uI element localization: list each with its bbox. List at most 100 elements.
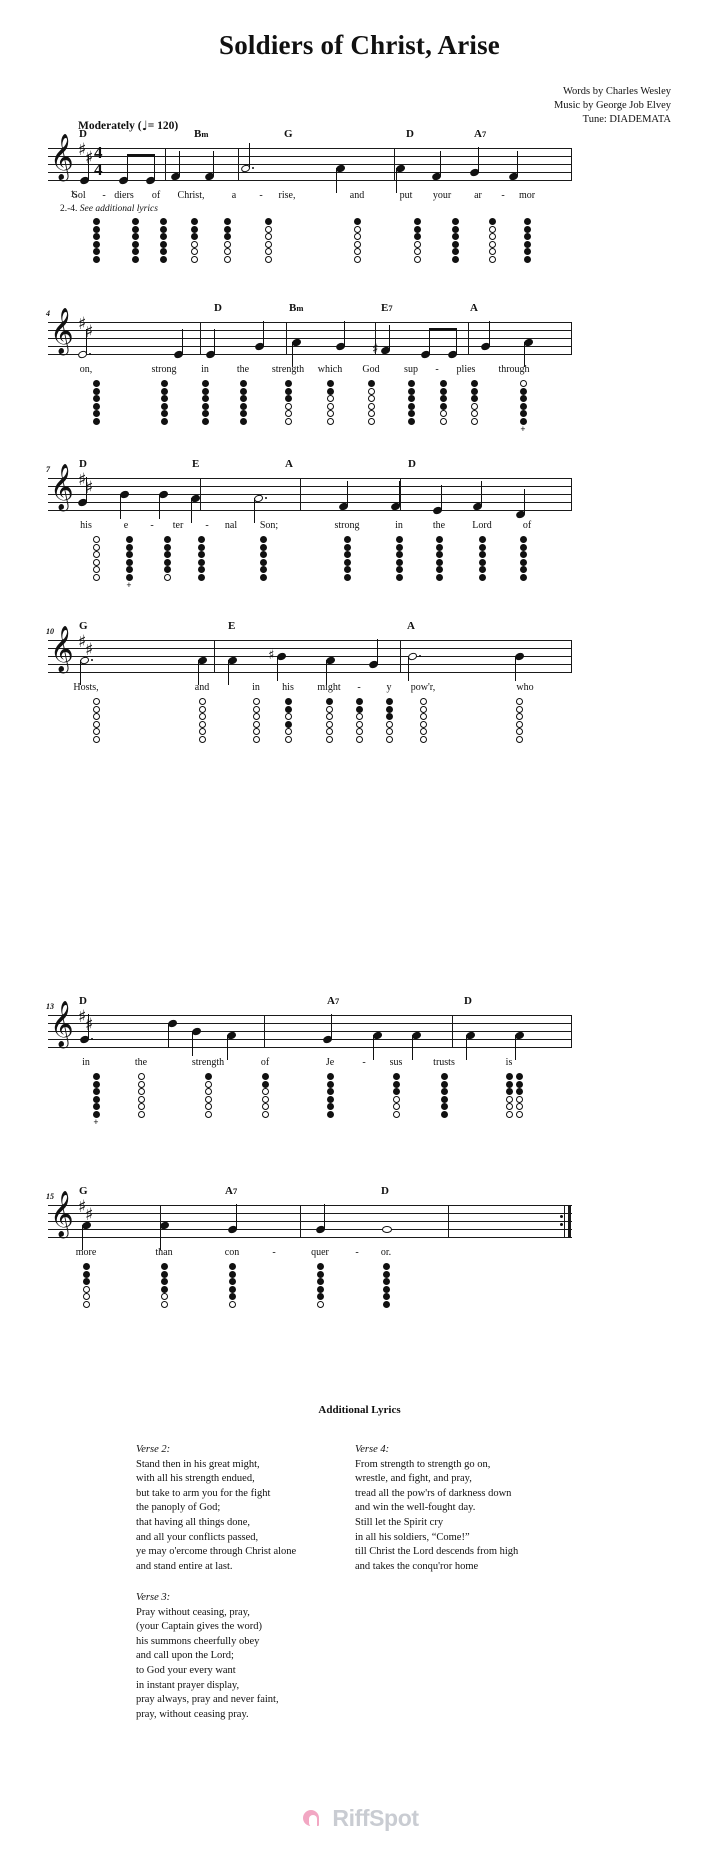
barline: [571, 1015, 573, 1048]
lyric-syllable: the: [432, 520, 446, 531]
fingering-hole-closed: [326, 1073, 334, 1080]
staff-line: [48, 1039, 572, 1040]
chord-symbol: A: [285, 458, 293, 470]
lyric-syllable: God: [362, 364, 380, 375]
fingering-hole-open: [284, 735, 292, 743]
riffspot-logo[interactable]: RiffSpot: [0, 1805, 719, 1832]
fingering-hole-open: [515, 1103, 523, 1111]
fingering-hole-closed: [163, 551, 171, 559]
verse-line: and all your conflicts passed,: [136, 1531, 259, 1543]
chord-symbol: D: [79, 458, 87, 470]
fingering-hole-closed: [395, 566, 403, 574]
fingering-hole-closed: [413, 233, 421, 241]
time-signature: 44: [94, 144, 103, 178]
whistle-fingering-diagram: [405, 380, 417, 426]
key-signature-sharp-2: ♯: [85, 1015, 94, 1035]
staff: 𝄞 ♯ ♯ 4 4: [48, 137, 573, 193]
chord-symbol: Bm: [289, 302, 304, 314]
fingering-hole-open: [355, 720, 363, 728]
lyric-syllable: strong: [334, 520, 360, 531]
fingering-hole-open: [264, 233, 272, 241]
whistle-fingering-diagram: [226, 1263, 238, 1309]
verse-line: Pray without ceasing, pray,: [136, 1606, 250, 1618]
fingering-hole-closed: [131, 255, 139, 263]
verse-block-4: Verse 4: From strength to strength go on…: [355, 1443, 518, 1574]
lyric-syllable: which: [317, 364, 343, 375]
fingering-hole-closed: [519, 551, 527, 559]
lyric-syllable: in: [201, 364, 209, 375]
fingering-hole-open: [488, 240, 496, 248]
fingering-hole-open: [160, 1300, 168, 1308]
whistle-fingering-diagram: [521, 218, 533, 264]
fingering-hole-open: [367, 402, 375, 410]
fingering-hole-closed: [382, 1285, 390, 1293]
fingering-hole-open: [198, 698, 206, 705]
lyric-syllable: or.: [380, 1247, 392, 1258]
staff-line: [48, 672, 572, 673]
fingering-hole-open: [470, 417, 478, 425]
verse-line: with all his strength endued,: [136, 1473, 255, 1485]
fingering-hole-closed: [92, 255, 100, 263]
fingering-hole-closed: [197, 551, 205, 559]
chord-symbol: D: [406, 128, 414, 140]
whistle-fingering-diagram: [257, 536, 269, 582]
lyric-syllable: Hosts,: [73, 682, 99, 693]
chord-symbol: D: [408, 458, 416, 470]
verse-number-range: 2.-4.: [60, 204, 80, 214]
whistle-fingering-diagram: [195, 536, 207, 582]
fingering-hole-open: [204, 1095, 212, 1103]
lyric-syllable: the: [236, 364, 250, 375]
lyric-syllable: the: [134, 1057, 148, 1068]
staff: 𝄞 ♯ ♯: [48, 1194, 572, 1250]
fingering-hole-closed: [395, 558, 403, 566]
fingering-hole-open: [367, 410, 375, 418]
fingering-hole-closed: [343, 573, 351, 581]
staff-line: [48, 1205, 572, 1206]
fingering-hole-closed: [204, 1073, 212, 1080]
chord-symbol: D: [79, 995, 87, 1007]
fingering-hole-open: [515, 728, 523, 736]
fingering-hole-open: [326, 410, 334, 418]
fingering-hole-closed: [519, 395, 527, 403]
note-stem: [428, 329, 430, 354]
sharp-accidental-icon: ♯: [268, 648, 275, 663]
fingering-hole-closed: [395, 551, 403, 559]
lyric-syllable: more: [75, 1247, 97, 1258]
sharp-accidental-icon: ♯: [372, 342, 379, 357]
fingering-hole-open: [355, 728, 363, 736]
fingering-hole-open: [419, 698, 427, 705]
note-stem: [85, 477, 87, 502]
whistle-fingering-diagram: [517, 536, 529, 582]
fingering-hole-closed: [82, 1278, 90, 1286]
whistle-fingering-diagram: +: [517, 380, 529, 433]
chord-symbol: A: [470, 302, 478, 314]
fingering-hole-closed: [523, 233, 531, 241]
fingering-hole-open: [367, 417, 375, 425]
fingering-hole-closed: [515, 1073, 523, 1080]
whistle-fingering-diagram: [129, 218, 141, 264]
fingering-hole-closed: [197, 536, 205, 543]
fingering-hole-closed: [451, 233, 459, 241]
fingering-hole-closed: [407, 417, 415, 425]
fingering-hole-closed: [228, 1270, 236, 1278]
octave-plus-marker: +: [126, 579, 132, 590]
barline: [238, 148, 240, 181]
whistle-fingering-diagram: [161, 536, 173, 582]
fingering-hole-closed: [515, 1088, 523, 1096]
lyric-syllable: and: [194, 682, 210, 693]
verse-line: tread all the pow'rs of darkness down: [355, 1487, 512, 1499]
fingering-hole-open: [92, 728, 100, 736]
credits-block: Words by Charles Wesley Music by George …: [554, 85, 671, 127]
fingering-hole-open: [515, 1095, 523, 1103]
verse-line: and stand entire at last.: [136, 1560, 233, 1572]
fingering-hole-closed: [259, 543, 267, 551]
fingering-hole-closed: [131, 240, 139, 248]
time-signature-denominator: 4: [94, 160, 103, 179]
fingering-hole-open: [470, 402, 478, 410]
sheet-music-page: Soldiers of Christ, Arise Words by Charl…: [0, 0, 719, 1860]
fingering-hole-open: [515, 713, 523, 721]
chord-symbol: G: [79, 620, 88, 632]
fingering-hole-open: [392, 1095, 400, 1103]
beam: [428, 328, 457, 331]
fingering-hole-open: [392, 1110, 400, 1118]
